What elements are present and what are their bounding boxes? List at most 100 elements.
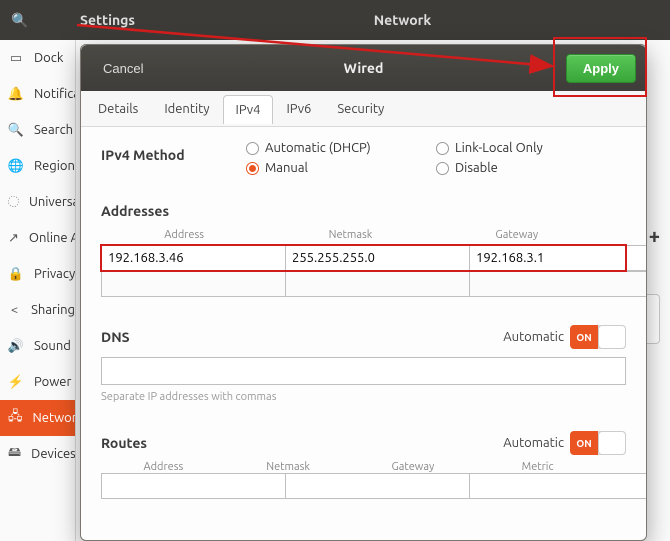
radio-linklocal[interactable]: Link-Local Only [436, 141, 626, 155]
sidebar-item-label: Online Accounts [29, 231, 76, 245]
sidebar-item-label: Power [34, 375, 71, 389]
search-icon[interactable]: 🔍 [0, 12, 40, 29]
tab-details[interactable]: Details [85, 94, 151, 123]
address-row: ✕ [101, 245, 626, 271]
radio-icon [436, 162, 449, 175]
radio-icon [436, 142, 449, 155]
routes-headers: Address Netmask Gateway Metric [101, 461, 626, 473]
sidebar-icon: < [8, 302, 21, 318]
sidebar-item-sound[interactable]: 🔊 Sound [0, 328, 75, 364]
sidebar-item-region-language[interactable]: 🌐 Region & Language [0, 148, 75, 184]
wired-dialog: Cancel Wired Apply DetailsIdentityIPv4IP… [80, 44, 647, 541]
ipv4-method-label: IPv4 Method [101, 147, 246, 163]
address-input[interactable] [101, 271, 286, 297]
routes-title: Routes [101, 435, 147, 451]
radio-manual[interactable]: Manual [246, 161, 436, 175]
header-address: Address [101, 229, 267, 245]
address-row: ✕ [101, 271, 626, 297]
automatic-label: Automatic [503, 436, 564, 450]
sidebar-item-devices[interactable]: 🖴 Devices [0, 436, 75, 472]
gateway-input[interactable] [470, 271, 646, 297]
header-gateway: Gateway [351, 461, 476, 473]
radio-automatic[interactable]: Automatic (DHCP) [246, 141, 436, 155]
sidebar-icon: 🌐 [8, 158, 24, 174]
dialog-title: Wired [81, 60, 646, 76]
add-connection-button[interactable]: + [649, 224, 660, 247]
routes-switch[interactable]: ON [570, 431, 626, 455]
dialog-header: Cancel Wired Apply [81, 45, 646, 91]
tab-security[interactable]: Security [324, 94, 397, 123]
sidebar-icon: ▭ [8, 50, 24, 66]
sidebar-item-label: Devices [31, 447, 76, 461]
netmask-input[interactable] [286, 271, 470, 297]
apply-button[interactable]: Apply [566, 54, 636, 83]
tab-ipv6[interactable]: IPv6 [273, 94, 324, 123]
sidebar-item-label: Sound [34, 339, 71, 353]
header-netmask: Netmask [267, 229, 433, 245]
addresses-headers: Address Netmask Gateway [101, 229, 626, 245]
dns-switch[interactable]: ON [570, 325, 626, 349]
sidebar-item-label: Network [33, 411, 77, 425]
header-gateway: Gateway [434, 229, 600, 245]
switch-on-label: ON [570, 431, 598, 455]
addresses-title: Addresses [101, 203, 626, 219]
routes-row: ✕ [101, 473, 626, 499]
sidebar-item-universal-access[interactable]: ◌ Universal Access [0, 184, 75, 220]
tab-identity[interactable]: Identity [151, 94, 222, 123]
sidebar-icon: 🔍 [8, 122, 24, 138]
routes-automatic-toggle: Automatic ON [503, 431, 626, 455]
tab-ipv4[interactable]: IPv4 [223, 95, 274, 124]
sidebar-item-label: Dock [34, 51, 63, 65]
netmask-input[interactable] [286, 245, 470, 271]
sidebar-icon: 🖴 [8, 446, 21, 462]
sidebar-icon: 🔊 [8, 338, 24, 354]
sidebar-item-label: Notifications [34, 87, 76, 101]
dns-input[interactable] [101, 357, 626, 385]
network-title: Network [235, 12, 670, 28]
sidebar-item-notifications[interactable]: 🔔 Notifications [0, 76, 75, 112]
sidebar-item-search[interactable]: 🔍 Search [0, 112, 75, 148]
settings-title: Settings [40, 12, 235, 28]
address-input[interactable] [101, 245, 286, 271]
sidebar-item-sharing[interactable]: < Sharing [0, 292, 75, 328]
sidebar-item-privacy[interactable]: 🔒 Privacy [0, 256, 75, 292]
sidebar-icon: 🖧 [8, 410, 23, 426]
dialog-tabs: DetailsIdentityIPv4IPv6Security [81, 91, 646, 127]
switch-knob [598, 325, 626, 349]
sidebar-icon: 🔔 [8, 86, 24, 102]
sidebar-item-dock[interactable]: ▭ Dock [0, 40, 75, 76]
ipv4-panel: IPv4 Method Automatic (DHCP) Manual Link… [81, 127, 646, 540]
sidebar-item-online-accounts[interactable]: ↗ Online Accounts [0, 220, 75, 256]
sidebar-item-label: Universal Access [29, 195, 76, 209]
radio-disable[interactable]: Disable [436, 161, 626, 175]
cancel-button[interactable]: Cancel [91, 53, 155, 84]
header-address: Address [101, 461, 226, 473]
switch-on-label: ON [570, 325, 598, 349]
switch-knob [598, 431, 626, 455]
sidebar-item-label: Search [34, 123, 73, 137]
dns-title: DNS [101, 329, 130, 345]
automatic-label: Automatic [503, 330, 564, 344]
route-gateway-input[interactable] [470, 473, 646, 499]
settings-header: 🔍 Settings Network [0, 0, 670, 40]
header-netmask: Netmask [226, 461, 351, 473]
dns-automatic-toggle: Automatic ON [503, 325, 626, 349]
sidebar-item-label: Sharing [31, 303, 75, 317]
sidebar-item-power[interactable]: ⚡ Power [0, 364, 75, 400]
sidebar-icon: 🔒 [8, 266, 24, 282]
gateway-input[interactable] [470, 245, 646, 271]
sidebar-icon: ◌ [8, 194, 19, 210]
route-address-input[interactable] [101, 473, 286, 499]
sidebar-item-label: Region & Language [34, 159, 76, 173]
sidebar-icon: ⚡ [8, 374, 24, 390]
sidebar-item-network[interactable]: 🖧 Network [0, 400, 75, 436]
settings-sidebar: ▭ Dock 🔔 Notifications 🔍 Search 🌐 Region & Lang… [0, 40, 76, 541]
route-netmask-input[interactable] [286, 473, 470, 499]
addresses-table: Address Netmask Gateway ✕ ✕ [101, 229, 626, 297]
radio-icon [246, 142, 259, 155]
dns-hint: Separate IP addresses with commas [101, 391, 626, 403]
sidebar-item-label: Privacy [34, 267, 75, 281]
header-metric: Metric [475, 461, 600, 473]
sidebar-icon: ↗ [8, 230, 19, 246]
radio-icon [246, 162, 259, 175]
